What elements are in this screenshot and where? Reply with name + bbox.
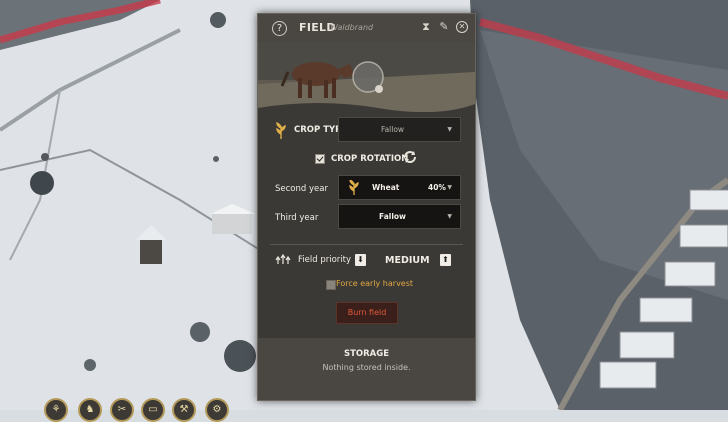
second-year-dropdown[interactable]: Wheat 40% ▼	[338, 175, 461, 200]
field-panel: ? FIELD Waldbrand ⧗ ✎ ✕ CROP TYPE Fallow…	[257, 13, 476, 401]
tools-icon[interactable]: ✂	[110, 398, 134, 422]
horse-icon[interactable]: ♞	[78, 398, 102, 422]
storage-section: STORAGE Nothing stored inside.	[258, 338, 475, 400]
panel-subtitle: Waldbrand	[330, 23, 374, 32]
chest-icon[interactable]: ▭	[141, 398, 165, 422]
wheat-icon[interactable]: ⚘	[44, 398, 68, 422]
close-icon[interactable]: ✕	[456, 21, 468, 33]
priority-icon	[275, 253, 291, 266]
crop-rotation-checkbox[interactable]	[315, 154, 325, 164]
crop-type-dropdown[interactable]: Fallow ▼	[338, 117, 461, 142]
chevron-down-icon: ▼	[447, 126, 452, 133]
pin-icon[interactable]: ✎	[438, 21, 450, 33]
priority-value: MEDIUM	[385, 255, 430, 266]
wheat-icon	[347, 178, 361, 196]
third-year-dropdown[interactable]: Fallow ▼	[338, 204, 461, 229]
gear-icon[interactable]: ⚙	[205, 398, 229, 422]
wheat-icon	[274, 121, 288, 140]
second-year-crop: Wheat	[372, 183, 400, 192]
field-priority-label: Field priority	[298, 255, 351, 265]
chevron-down-icon: ▼	[447, 184, 452, 191]
second-year-percent: 40%	[428, 183, 446, 192]
crop-rotation-label: CROP ROTATION	[331, 154, 409, 164]
priority-increase-button[interactable]: ⬆	[440, 254, 451, 266]
chevron-down-icon: ▼	[447, 213, 452, 220]
horse-field-image	[258, 42, 475, 112]
storage-text: Nothing stored inside.	[322, 363, 411, 372]
burn-field-button[interactable]: Burn field	[336, 302, 398, 324]
panel-titlebar: ? FIELD Waldbrand ⧗ ✎ ✕	[258, 14, 475, 42]
second-year-label: Second year	[275, 184, 328, 194]
rotation-icon	[402, 149, 418, 165]
force-harvest-label: Force early harvest	[336, 279, 414, 288]
hammer-icon[interactable]: ⚒	[172, 398, 196, 422]
priority-decrease-button[interactable]: ⬇	[355, 254, 366, 266]
field-portrait	[258, 42, 475, 112]
help-icon[interactable]: ?	[272, 21, 287, 36]
crop-type-value: Fallow	[380, 125, 405, 134]
force-harvest-checkbox[interactable]	[326, 280, 336, 290]
divider	[270, 244, 463, 245]
third-year-crop: Fallow	[379, 212, 406, 221]
third-year-label: Third year	[275, 213, 319, 223]
hourglass-icon[interactable]: ⧗	[420, 21, 432, 33]
storage-title: STORAGE	[343, 349, 390, 359]
